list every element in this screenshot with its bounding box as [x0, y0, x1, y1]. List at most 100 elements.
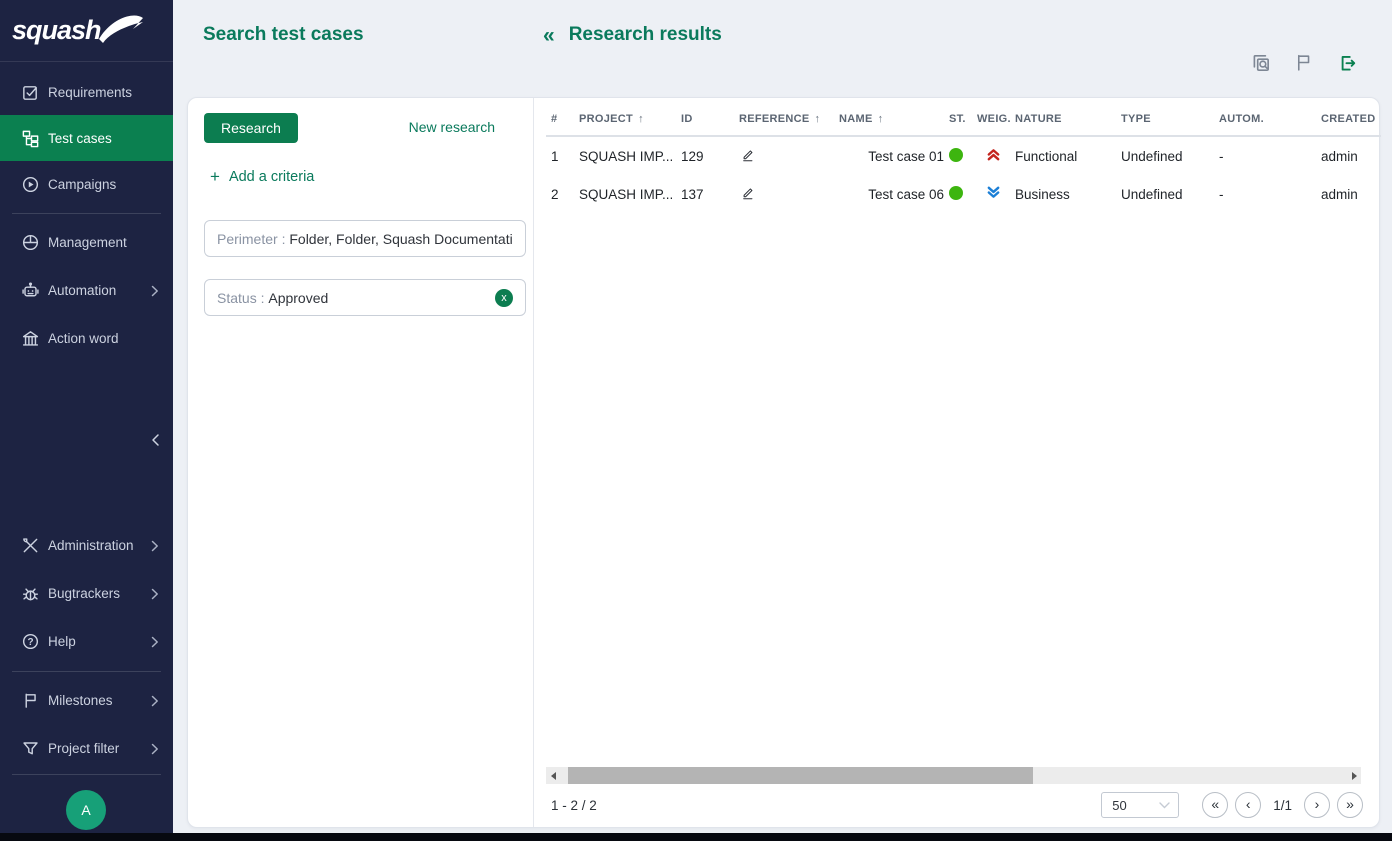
svg-text:?: ?: [27, 636, 33, 647]
cell-status: [944, 175, 972, 213]
cell-type: Undefined: [1116, 175, 1214, 213]
sidebar-item-bugtrackers[interactable]: Bugtrackers: [0, 569, 173, 617]
previous-page-button[interactable]: ‹: [1235, 792, 1261, 818]
sidebar-item-label: Campaigns: [48, 177, 116, 192]
cell-project: SQUASH IMP...: [574, 175, 676, 213]
bug-icon: [20, 583, 40, 603]
remove-criteria-button[interactable]: x: [495, 289, 513, 307]
page-indicator: 1/1: [1273, 798, 1292, 813]
sidebar-item-action-word[interactable]: Action word: [0, 314, 173, 362]
sidebar-item-project-filter[interactable]: Project filter: [0, 724, 173, 772]
cell-nature: Functional: [1010, 136, 1116, 175]
cell-reference: [734, 136, 834, 175]
chevron-right-icon: [151, 742, 161, 754]
scrollbar-thumb[interactable]: [568, 767, 1033, 784]
sort-asc-icon: ↑: [638, 113, 644, 125]
status-dot-icon: [949, 186, 963, 200]
col-header-status[interactable]: ST.: [944, 98, 972, 136]
chevron-right-icon: [151, 587, 161, 599]
horizontal-scrollbar[interactable]: [546, 767, 1361, 784]
cell-index: 1: [546, 136, 574, 175]
criteria-chip-perimeter[interactable]: Perimeter : Folder, Folder, Squash Docum…: [204, 220, 526, 257]
col-header-project[interactable]: PROJECT↑: [574, 98, 676, 136]
bottom-border-bar: [0, 833, 1392, 841]
sidebar-item-help[interactable]: ? Help: [0, 617, 173, 665]
management-icon: [20, 232, 40, 252]
col-header-reference[interactable]: REFERENCE↑: [734, 98, 834, 136]
scroll-right-arrow[interactable]: [1347, 767, 1361, 784]
sidebar-item-label: Bugtrackers: [48, 586, 120, 601]
edit-reference-icon[interactable]: [739, 151, 756, 166]
action-word-icon: [20, 328, 40, 348]
first-page-button[interactable]: «: [1202, 792, 1228, 818]
cell-name: Test case 06: [834, 175, 944, 213]
criteria-label: Perimeter :: [217, 231, 289, 247]
research-button[interactable]: Research: [204, 113, 298, 143]
requirements-icon: [20, 82, 40, 102]
edit-reference-icon[interactable]: [739, 189, 756, 204]
sidebar-item-label: Milestones: [48, 693, 113, 708]
logo-text: squash: [12, 15, 101, 46]
col-header-automation[interactable]: AUTOM.: [1214, 98, 1316, 136]
chevron-right-icon: [151, 284, 161, 296]
avatar-initial: A: [81, 802, 90, 818]
criteria-value: Folder, Folder, Squash Documentati...: [289, 231, 513, 247]
sidebar-item-label: Test cases: [48, 131, 112, 146]
collapse-results-button[interactable]: «: [543, 25, 555, 46]
sidebar-item-milestones[interactable]: Milestones: [0, 676, 173, 724]
cell-created: admin: [1316, 175, 1381, 213]
add-criteria-button[interactable]: + Add a criteria: [210, 167, 314, 187]
squash-logo[interactable]: squash: [0, 0, 173, 62]
help-icon: ?: [20, 631, 40, 651]
user-avatar[interactable]: A: [66, 790, 106, 830]
milestone-flag-icon[interactable]: [1293, 52, 1315, 74]
cell-id: 129: [676, 136, 734, 175]
cell-reference: [734, 175, 834, 213]
plus-icon: +: [210, 167, 220, 187]
col-header-weight[interactable]: WEIG...: [972, 98, 1010, 136]
scroll-left-arrow[interactable]: [546, 767, 560, 784]
cell-name: Test case 01: [834, 136, 944, 175]
col-header-index[interactable]: #: [546, 98, 574, 136]
campaigns-icon: [20, 174, 40, 194]
sidebar-item-label: Management: [48, 235, 127, 250]
cell-automation: -: [1214, 136, 1316, 175]
col-header-nature[interactable]: NATURE: [1010, 98, 1116, 136]
result-range-label: 1 - 2 / 2: [551, 798, 597, 813]
next-page-button[interactable]: ›: [1304, 792, 1330, 818]
page-size-value: 50: [1112, 798, 1126, 813]
add-criteria-label: Add a criteria: [229, 169, 314, 185]
status-dot-icon: [949, 148, 963, 162]
sidebar-collapse-button[interactable]: [143, 428, 167, 452]
table-row[interactable]: 1 SQUASH IMP... 129 Test case 01 Functio…: [546, 136, 1381, 175]
research-panel: Research New research + Add a criteria P…: [188, 98, 534, 827]
col-header-created[interactable]: CREATED: [1316, 98, 1381, 136]
test-cases-icon: [20, 128, 40, 148]
sidebar-item-label: Help: [48, 634, 76, 649]
table-row[interactable]: 2 SQUASH IMP... 137 Test case 06 Busines…: [546, 175, 1381, 213]
page-size-select[interactable]: 50: [1101, 792, 1179, 818]
sidebar-item-test-cases[interactable]: Test cases: [0, 115, 173, 161]
last-page-button[interactable]: »: [1337, 792, 1363, 818]
search-related-icon[interactable]: [1250, 52, 1272, 74]
results-table: # PROJECT↑ ID REFERENCE↑ NAME↑ ST. WEIG.…: [546, 98, 1381, 213]
sidebar-item-label: Action word: [48, 331, 119, 346]
sidebar-item-campaigns[interactable]: Campaigns: [0, 161, 173, 207]
results-toolbar: [1250, 52, 1358, 74]
chevron-down-icon: [1159, 796, 1170, 814]
criteria-chip-status[interactable]: Status : Approved x: [204, 279, 526, 316]
new-research-link[interactable]: New research: [409, 119, 495, 135]
sidebar-item-management[interactable]: Management: [0, 218, 173, 266]
cell-automation: -: [1214, 175, 1316, 213]
cell-nature: Business: [1010, 175, 1116, 213]
sidebar-item-automation[interactable]: Automation: [0, 266, 173, 314]
cell-id: 137: [676, 175, 734, 213]
col-header-id[interactable]: ID: [676, 98, 734, 136]
page-title-search: Search test cases: [203, 24, 364, 46]
col-header-name[interactable]: NAME↑: [834, 98, 944, 136]
sidebar-item-requirements[interactable]: Requirements: [0, 69, 173, 115]
sidebar-item-administration[interactable]: Administration: [0, 521, 173, 569]
sidebar-item-label: Automation: [48, 283, 116, 298]
col-header-type[interactable]: TYPE: [1116, 98, 1214, 136]
export-icon[interactable]: [1336, 52, 1358, 74]
